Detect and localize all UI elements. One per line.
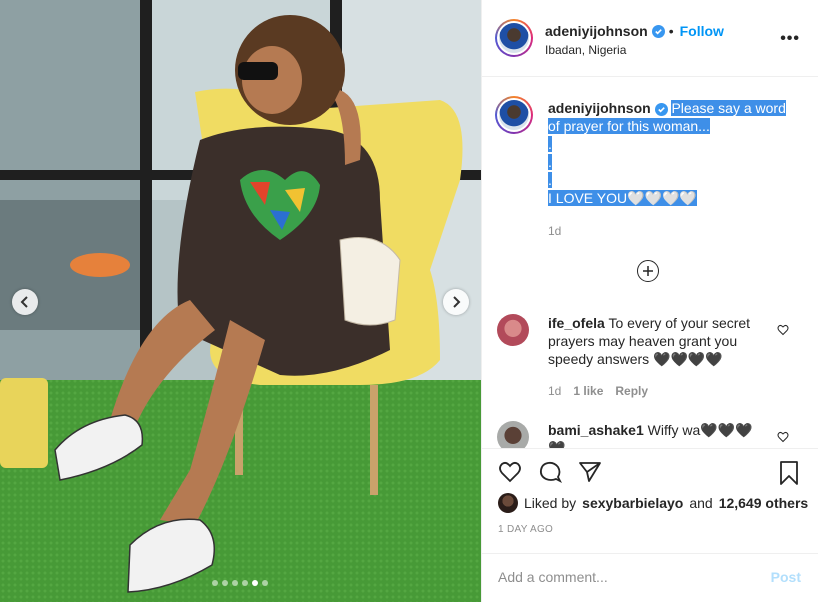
caption-line: Please say a word xyxy=(671,100,786,116)
avatar[interactable] xyxy=(495,19,533,57)
caption-text: adeniyijohnson Please say a word of pray… xyxy=(548,99,798,207)
comment-likes[interactable]: 1 like xyxy=(573,384,603,398)
like-comment-heart-icon[interactable] xyxy=(777,431,789,443)
comment-time[interactable]: 1d xyxy=(548,384,561,398)
more-options-icon[interactable]: ••• xyxy=(780,30,800,48)
caption-line: I LOVE YOU🤍🤍🤍🤍 xyxy=(548,190,697,206)
avatar[interactable] xyxy=(497,421,529,448)
avatar[interactable] xyxy=(495,96,533,134)
avatar[interactable] xyxy=(497,314,529,346)
caption-line: of prayer for this woman... xyxy=(548,118,710,134)
carousel-dot xyxy=(232,580,238,586)
post-actions: Liked by sexybarbielayo and 12,649 other… xyxy=(482,448,818,535)
caption-line: . xyxy=(548,136,552,152)
plus-icon xyxy=(643,266,653,276)
comment-input[interactable]: Add a comment... xyxy=(498,569,608,585)
caption-line: . xyxy=(548,172,552,188)
liked-by-user[interactable]: sexybarbielayo xyxy=(582,495,683,511)
chevron-right-icon xyxy=(453,296,461,308)
post-image xyxy=(0,0,481,602)
carousel-indicator xyxy=(212,580,268,586)
follow-button[interactable]: Follow xyxy=(680,23,724,39)
caption-username[interactable]: adeniyijohnson xyxy=(548,100,651,116)
post-photo[interactable] xyxy=(0,0,481,602)
comment-username[interactable]: ife_ofela xyxy=(548,315,605,331)
likes-and: and xyxy=(689,495,713,511)
caption-line: . xyxy=(548,154,552,170)
carousel-dot xyxy=(212,580,218,586)
load-more-comments-button[interactable] xyxy=(637,260,659,282)
author-username[interactable]: adeniyijohnson xyxy=(545,23,648,39)
reply-button[interactable]: Reply xyxy=(615,384,648,398)
add-comment-bar: Add a comment... Post xyxy=(482,553,818,602)
save-bookmark-icon[interactable] xyxy=(777,460,801,486)
caption-timestamp[interactable]: 1d xyxy=(548,224,561,238)
likes-count[interactable]: 12,649 others xyxy=(719,495,809,511)
likes-summary[interactable]: Liked by sexybarbielayo and 12,649 other… xyxy=(498,493,808,513)
previous-image-button[interactable] xyxy=(12,289,38,315)
carousel-dot xyxy=(242,580,248,586)
post-header: adeniyijohnson • Follow Ibadan, Nigeria … xyxy=(482,0,818,77)
comment-text: bami_ashake1 Wiffy wa🖤🖤🖤🖤 xyxy=(548,421,763,448)
carousel-dot xyxy=(262,580,268,586)
carousel-dot-active xyxy=(252,580,258,586)
comment-text: ife_ofela To every of your secret prayer… xyxy=(548,314,763,368)
post-comment-button[interactable]: Post xyxy=(771,569,801,585)
location-link[interactable]: Ibadan, Nigeria xyxy=(545,43,626,57)
comments-section[interactable]: adeniyijohnson Please say a word of pray… xyxy=(482,78,818,448)
post-sidebar: adeniyijohnson • Follow Ibadan, Nigeria … xyxy=(481,0,818,602)
avatar xyxy=(498,493,518,513)
comment-username[interactable]: bami_ashake1 xyxy=(548,422,644,438)
comment-meta: 1d 1 like Reply xyxy=(548,384,648,398)
share-paper-plane-icon[interactable] xyxy=(577,460,603,484)
chevron-left-icon xyxy=(20,296,28,308)
carousel-dot xyxy=(222,580,228,586)
like-comment-heart-icon[interactable] xyxy=(777,324,789,336)
like-heart-icon[interactable] xyxy=(497,460,523,484)
comment-bubble-icon[interactable] xyxy=(537,460,563,484)
next-image-button[interactable] xyxy=(443,289,469,315)
post-timestamp[interactable]: 1 DAY AGO xyxy=(498,524,553,535)
likes-prefix: Liked by xyxy=(524,495,577,511)
verified-badge-icon xyxy=(651,24,665,38)
verified-badge-icon xyxy=(654,103,668,116)
